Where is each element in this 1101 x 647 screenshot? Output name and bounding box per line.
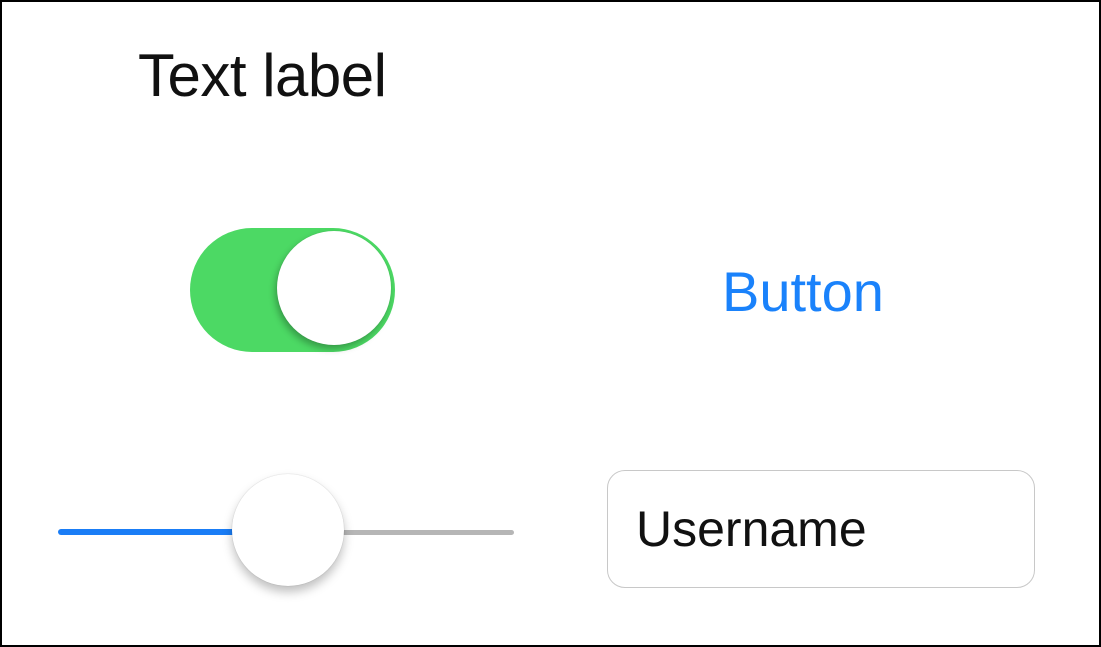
slider-min-track <box>58 529 242 535</box>
action-button[interactable]: Button <box>722 257 917 327</box>
slider[interactable] <box>58 472 516 590</box>
toggle-thumb <box>277 231 391 345</box>
canvas: Text label Button <box>0 0 1101 647</box>
slider-max-track <box>338 530 514 535</box>
slider-thumb[interactable] <box>232 474 344 586</box>
text-label: Text label <box>138 42 387 109</box>
toggle-switch[interactable] <box>190 228 395 352</box>
username-field[interactable] <box>607 470 1035 588</box>
